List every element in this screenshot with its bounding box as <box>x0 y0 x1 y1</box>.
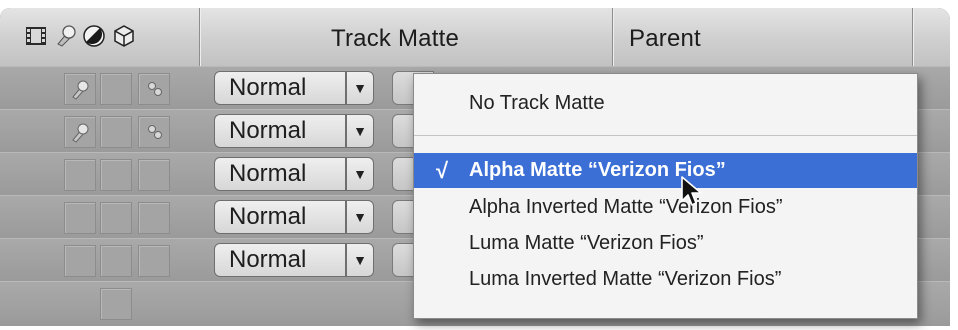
menu-item-luma-matte[interactable]: Luma Matte “Verizon Fios” <box>414 226 917 261</box>
menu-item-luma-inverted-matte[interactable]: Luma Inverted Matte “Verizon Fios” <box>414 262 917 297</box>
menu-item-label: Luma Matte “Verizon Fios” <box>469 232 704 254</box>
blend-mode-dropdown[interactable]: Normal <box>214 157 346 191</box>
menu-divider <box>414 135 917 136</box>
shy-switch[interactable] <box>64 116 96 148</box>
menu-item-label: Luma Inverted Matte “Verizon Fios” <box>469 268 782 290</box>
column-separator[interactable] <box>612 8 613 66</box>
track-matte-menu: No Track Matte √ Alpha Matte “Verizon Fi… <box>413 73 918 319</box>
menu-item-alpha-inverted-matte[interactable]: Alpha Inverted Matte “Verizon Fios” <box>414 190 917 225</box>
dropdown-arrow-icon[interactable]: ▼ <box>346 243 374 277</box>
switch-cell[interactable] <box>100 73 132 105</box>
switch-cell[interactable] <box>64 245 96 277</box>
checkmark-icon: √ <box>436 158 449 183</box>
shy-switch[interactable] <box>64 73 96 105</box>
switch-cell[interactable] <box>100 159 132 191</box>
fx-switch[interactable] <box>138 73 170 105</box>
menu-item-label: No Track Matte <box>469 92 605 114</box>
switch-cell[interactable] <box>100 288 132 320</box>
dropdown-arrow-icon[interactable]: ▼ <box>346 157 374 191</box>
column-separator[interactable] <box>912 8 913 66</box>
effect-icon <box>148 125 162 139</box>
switch-cell[interactable] <box>64 159 96 191</box>
fx-switch[interactable] <box>138 116 170 148</box>
3d-cube-icon[interactable] <box>112 24 136 48</box>
film-icon[interactable] <box>24 24 48 48</box>
dropdown-arrow-icon[interactable]: ▼ <box>346 71 374 105</box>
menu-item-label: Alpha Inverted Matte “Verizon Fios” <box>469 196 783 218</box>
blend-mode-dropdown[interactable]: Normal <box>214 114 346 148</box>
switch-cell[interactable] <box>138 159 170 191</box>
switch-cell[interactable] <box>138 245 170 277</box>
mouse-pointer-icon <box>681 176 702 206</box>
effect-icon <box>148 82 162 96</box>
menu-item-no-track-matte[interactable]: No Track Matte <box>414 86 917 121</box>
blend-mode-dropdown[interactable]: Normal <box>214 200 346 234</box>
column-header: Track Matte Parent <box>0 8 950 67</box>
shy-icon <box>72 80 89 100</box>
parent-column-header[interactable]: Parent <box>629 25 701 53</box>
track-matte-column-header[interactable]: Track Matte <box>331 25 459 53</box>
switch-cell[interactable] <box>100 202 132 234</box>
dropdown-arrow-icon[interactable]: ▼ <box>346 200 374 234</box>
shy-icon[interactable] <box>54 24 78 48</box>
switch-cell[interactable] <box>100 116 132 148</box>
shy-icon <box>72 123 89 143</box>
blend-mode-dropdown[interactable]: Normal <box>214 243 346 277</box>
switch-cell[interactable] <box>100 245 132 277</box>
blend-mode-dropdown[interactable]: Normal <box>214 71 346 105</box>
menu-item-alpha-matte[interactable]: √ Alpha Matte “Verizon Fios” <box>414 153 917 188</box>
column-separator[interactable] <box>199 8 200 66</box>
switch-cell[interactable] <box>138 202 170 234</box>
dropdown-arrow-icon[interactable]: ▼ <box>346 114 374 148</box>
motion-blur-icon[interactable] <box>82 24 106 48</box>
switch-cell[interactable] <box>64 202 96 234</box>
